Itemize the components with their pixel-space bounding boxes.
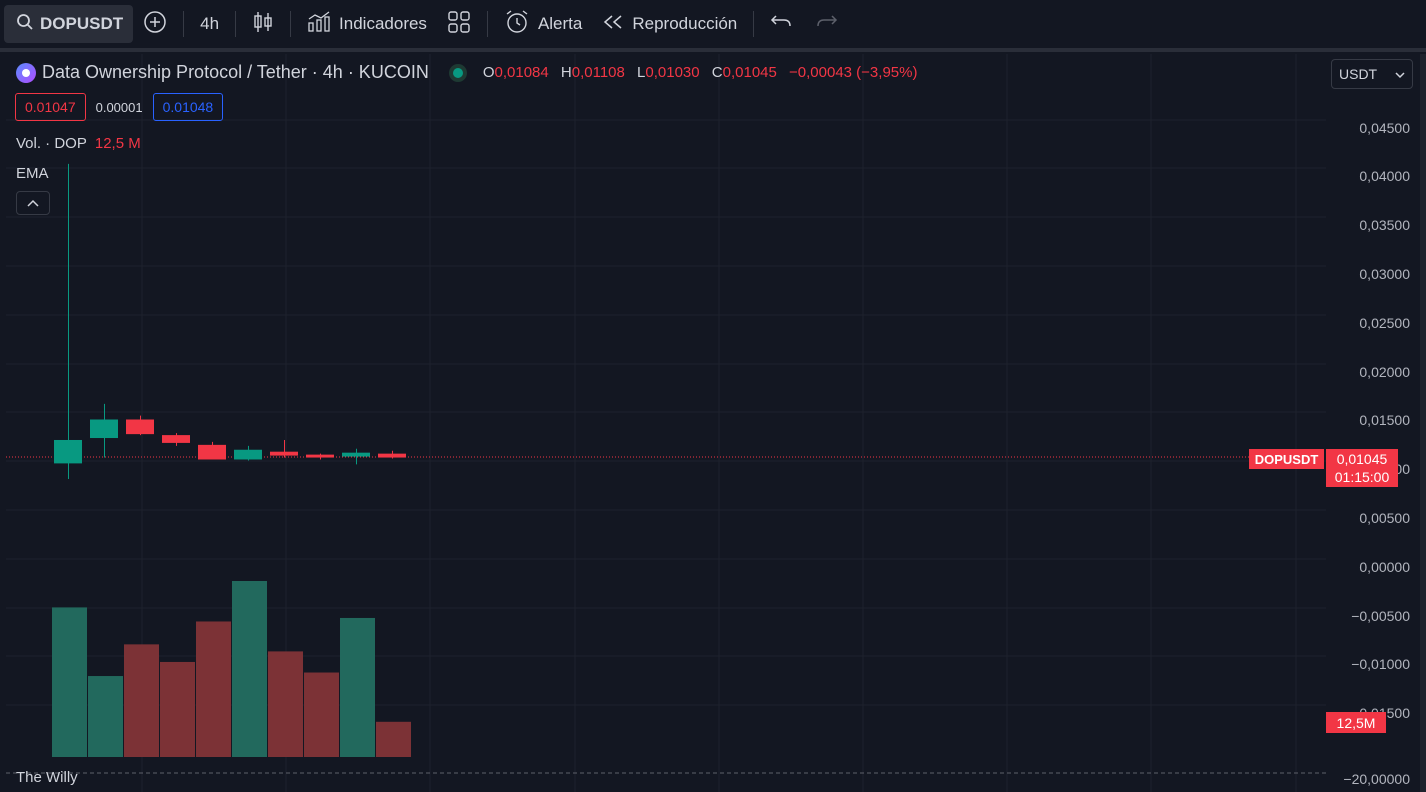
price-axis-tick: −20,00000 — [1343, 771, 1410, 787]
toolbar-divider — [290, 11, 292, 37]
indicator-pane-label[interactable]: The Willy — [16, 769, 78, 786]
alarm-clock-icon — [504, 9, 530, 40]
volume-bar — [160, 661, 195, 757]
volume-bar — [268, 651, 303, 757]
volume-bar — [88, 676, 123, 757]
candle-body — [198, 444, 226, 460]
close-value: 0,01045 — [722, 64, 777, 81]
market-status-dot[interactable] — [452, 67, 463, 78]
currency-select-value: USDT — [1339, 66, 1378, 82]
quote-panel: 0.01047 0.00001 0.01048 — [15, 93, 224, 121]
toolbar-border — [0, 48, 1426, 52]
sell-button[interactable]: 0.01047 — [15, 93, 86, 121]
price-axis-tick: 0,03500 — [1359, 217, 1410, 233]
high-key: H — [560, 64, 572, 81]
change-value: −0,00043 (−3,95%) — [789, 64, 918, 81]
symbol-search-button[interactable]: DOPUSDT — [4, 5, 134, 43]
volume-bar — [52, 607, 87, 757]
volume-bar — [196, 621, 231, 757]
price-axis-tick: 0,03000 — [1359, 266, 1410, 282]
toolbar-divider — [486, 11, 488, 37]
top-toolbar: DOPUSDT 4h Indicadores Alerta Reproducci… — [0, 0, 1426, 48]
candle-body — [306, 454, 334, 458]
spread-value: 0.00001 — [95, 99, 143, 115]
grid-icon — [447, 10, 471, 39]
indicators-icon — [307, 10, 331, 38]
undo-button[interactable] — [760, 5, 804, 43]
open-value: 0,01084 — [494, 64, 549, 81]
price-axis-scrollbar[interactable] — [1420, 54, 1426, 792]
price-axis-tick: 0,00000 — [1359, 559, 1410, 575]
replay-button[interactable]: Reproducción — [592, 5, 747, 43]
symbol-legend: Data Ownership Protocol / Tether · 4h · … — [16, 62, 925, 83]
chart-pane[interactable] — [6, 54, 1326, 792]
redo-icon — [814, 12, 838, 37]
chart-canvas[interactable] — [6, 54, 1326, 792]
buy-button[interactable]: 0.01048 — [152, 93, 224, 121]
current-price-tag: 0,01045 01:15:00 — [1326, 449, 1398, 487]
price-axis-tick: 0,04000 — [1359, 168, 1410, 184]
candles-icon — [252, 10, 274, 39]
open-key: O — [482, 64, 495, 81]
compare-button[interactable] — [133, 5, 177, 43]
candle-body — [342, 452, 370, 457]
high-value: 0,01108 — [571, 64, 625, 81]
volume-bar — [340, 617, 375, 757]
current-price-value: 0,01045 — [1336, 451, 1388, 467]
interval-button[interactable]: 4h — [190, 5, 229, 43]
chart-type-button[interactable] — [242, 5, 284, 43]
search-icon — [16, 13, 34, 36]
price-axis-tick: 0,02500 — [1359, 315, 1410, 331]
price-axis-tick: 0,02000 — [1359, 364, 1410, 380]
coin-logo-icon — [16, 62, 36, 83]
indicators-button[interactable]: Indicadores — [297, 5, 437, 43]
chevron-up-icon — [27, 196, 39, 210]
price-axis-tick: −0,01000 — [1351, 656, 1410, 672]
volume-axis-tag: 12,5M — [1326, 712, 1386, 733]
candle-body — [126, 419, 154, 435]
ohlc-values: O0,01084 H0,01108 L0,01030 C0,01045 −0,0… — [483, 64, 926, 81]
volume-label: Vol. · DOP — [16, 135, 87, 152]
volume-bar — [232, 581, 267, 757]
price-axis[interactable]: 0,04500 0,04000 0,03500 0,03000 0,02500 0,020… — [1326, 54, 1418, 792]
close-key: C — [711, 64, 723, 81]
symbol-label: DOPUSDT — [40, 14, 124, 33]
price-axis-tick: −0,00500 — [1351, 608, 1410, 624]
replay-label: Reproducción — [632, 14, 738, 33]
volume-bar — [304, 672, 339, 757]
volume-bar — [124, 644, 159, 757]
candle-body — [90, 419, 118, 439]
indicators-label: Indicadores — [339, 14, 427, 33]
alert-button[interactable]: Alerta — [494, 5, 592, 43]
rewind-icon — [602, 14, 624, 35]
chevron-down-icon — [1395, 66, 1405, 82]
symbol-price-tag: DOPUSDT — [1249, 449, 1324, 469]
alert-label: Alerta — [537, 14, 583, 33]
low-value: 0,01030 — [645, 64, 700, 81]
price-axis-tick: 0,04500 — [1359, 120, 1410, 136]
volume-legend[interactable]: Vol. · DOP 12,5 M — [16, 135, 141, 152]
toolbar-divider — [235, 11, 237, 37]
price-axis-tick: 0,01500 — [1359, 412, 1410, 428]
toolbar-divider — [753, 11, 755, 37]
layouts-button[interactable] — [437, 5, 481, 43]
candle-body — [270, 451, 298, 456]
symbol-title[interactable]: Data Ownership Protocol / Tether · 4h · … — [42, 62, 429, 83]
bar-countdown: 01:15:00 — [1334, 469, 1390, 485]
volume-bar — [376, 721, 411, 757]
price-axis-tick: 0,00500 — [1359, 510, 1410, 526]
currency-select[interactable]: USDT — [1331, 59, 1413, 89]
undo-icon — [770, 12, 794, 37]
ema-legend[interactable]: EMA — [16, 165, 49, 182]
candle-body — [234, 449, 262, 460]
candle-body — [162, 435, 190, 443]
redo-button[interactable] — [804, 5, 848, 43]
add-circle-icon — [143, 10, 167, 39]
collapse-legend-button[interactable] — [16, 191, 50, 215]
candle-body — [378, 453, 406, 458]
candle-body — [54, 439, 82, 464]
volume-value: 12,5 M — [94, 135, 141, 152]
toolbar-divider — [183, 11, 185, 37]
